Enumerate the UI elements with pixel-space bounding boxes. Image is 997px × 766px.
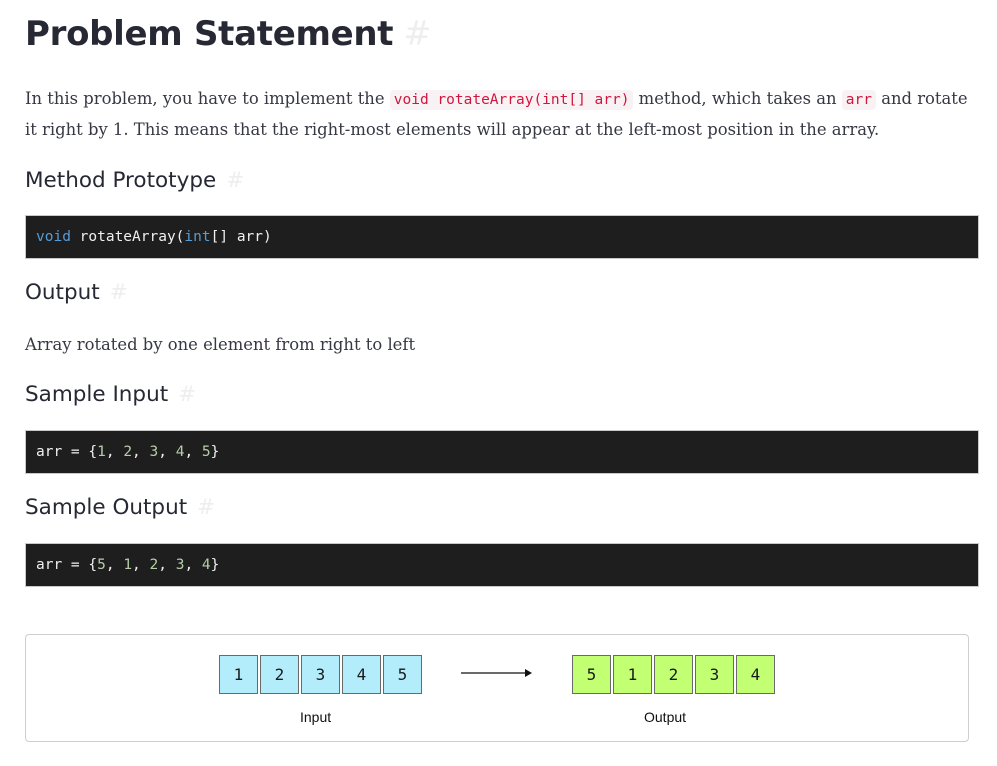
output-description: Array rotated by one element from right … xyxy=(25,335,416,354)
code-text: } xyxy=(210,557,220,573)
code-block-method-prototype: void rotateArray(int[] arr) xyxy=(25,215,979,259)
anchor-link-icon[interactable]: # xyxy=(403,14,432,54)
intro-text: In this problem, you have to implement t… xyxy=(25,89,390,108)
input-cell: 2 xyxy=(260,655,299,694)
code-text: [] arr) xyxy=(210,229,272,245)
code-text: arr = { xyxy=(36,557,98,573)
rotation-diagram: 1 2 3 4 5 5 1 2 3 4 Input Output xyxy=(25,634,969,742)
output-cell: 1 xyxy=(613,655,652,694)
page-title: Problem Statement # xyxy=(25,14,432,54)
output-cell: 5 xyxy=(572,655,611,694)
input-cell: 3 xyxy=(301,655,340,694)
code-text: rotateArray( xyxy=(70,229,185,245)
heading-text: Method Prototype xyxy=(25,168,217,193)
heading-sample-input: Sample Input # xyxy=(25,382,196,407)
output-array: 5 1 2 3 4 xyxy=(572,655,777,694)
inline-code-method: void rotateArray(int[] arr) xyxy=(389,90,634,110)
code-number: 5 xyxy=(97,557,106,573)
anchor-link-icon[interactable]: # xyxy=(226,168,244,193)
page-title-text: Problem Statement xyxy=(25,14,394,54)
input-cell: 1 xyxy=(219,655,258,694)
output-cell: 2 xyxy=(654,655,693,694)
inline-code-arr: arr xyxy=(841,90,876,110)
code-number: 3 xyxy=(175,557,185,573)
heading-text: Sample Output xyxy=(25,495,188,520)
heading-sample-output: Sample Output # xyxy=(25,495,215,520)
code-number: 1 xyxy=(123,557,133,573)
intro-text: method, which takes an xyxy=(633,89,842,108)
code-number: 5 xyxy=(201,444,211,460)
heading-output: Output # xyxy=(25,280,128,305)
code-block-sample-input: arr = {1, 2, 3, 4, 5} xyxy=(25,430,979,474)
heading-method-prototype: Method Prototype # xyxy=(25,168,244,193)
code-number: 2 xyxy=(149,557,159,573)
code-text: arr = { xyxy=(36,444,98,460)
code-number: 4 xyxy=(175,444,185,460)
input-caption: Input xyxy=(300,709,332,725)
anchor-link-icon[interactable]: # xyxy=(197,495,215,520)
code-keyword: int xyxy=(184,229,211,245)
heading-text: Sample Input xyxy=(25,382,169,407)
anchor-link-icon[interactable]: # xyxy=(110,280,128,305)
heading-text: Output xyxy=(25,280,100,305)
output-cell: 3 xyxy=(695,655,734,694)
code-text: } xyxy=(210,444,220,460)
code-number: 2 xyxy=(123,444,133,460)
intro-paragraph: In this problem, you have to implement t… xyxy=(25,84,969,145)
input-cell: 4 xyxy=(342,655,381,694)
right-arrow-icon xyxy=(461,669,532,677)
code-number: 1 xyxy=(97,444,106,460)
input-cell: 5 xyxy=(383,655,422,694)
code-number: 4 xyxy=(201,557,211,573)
input-array: 1 2 3 4 5 xyxy=(219,655,424,694)
code-keyword: void xyxy=(36,229,71,245)
output-cell: 4 xyxy=(736,655,775,694)
code-block-sample-output: arr = {5, 1, 2, 3, 4} xyxy=(25,543,979,587)
output-caption: Output xyxy=(644,709,687,725)
code-number: 3 xyxy=(149,444,159,460)
anchor-link-icon[interactable]: # xyxy=(178,382,196,407)
